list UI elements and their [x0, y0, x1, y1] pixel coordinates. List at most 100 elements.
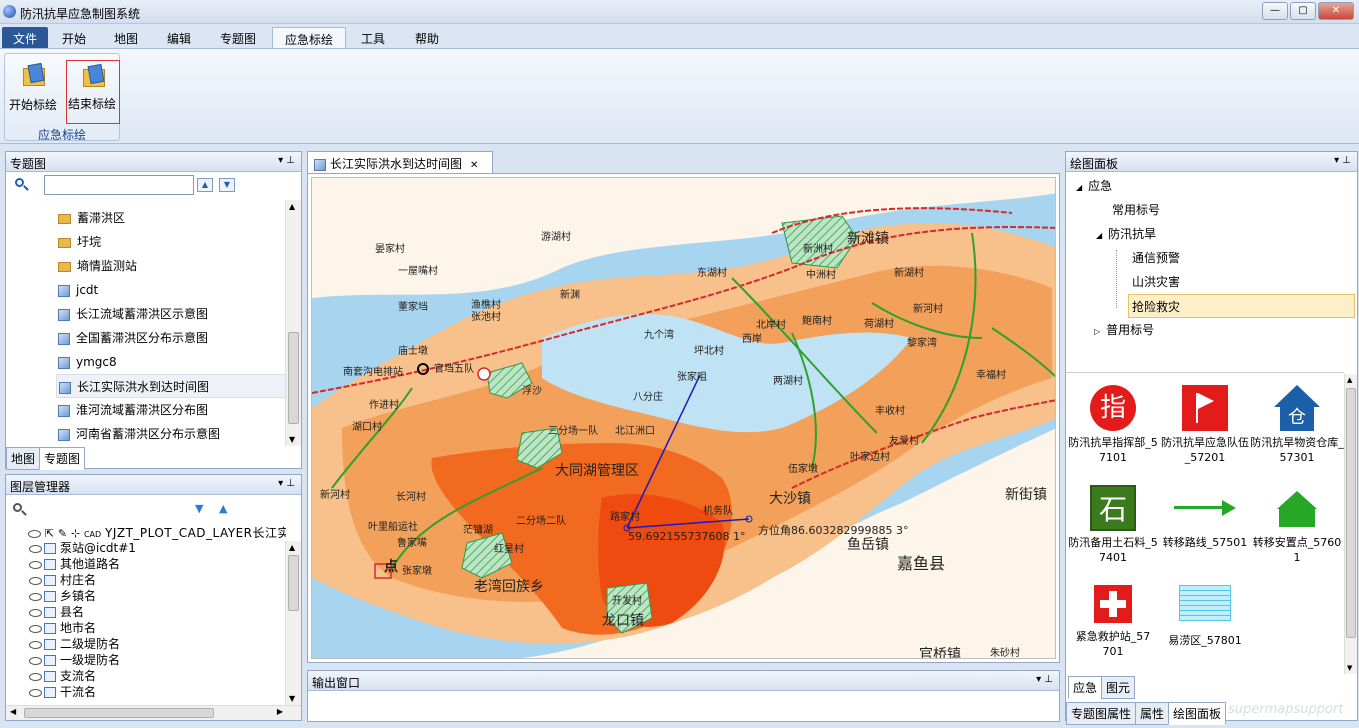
- map-label: 幸福村: [976, 370, 1006, 381]
- plot-end-icon: [81, 63, 107, 89]
- layer-item[interactable]: 地市名: [29, 620, 96, 636]
- layer-item[interactable]: 县名: [29, 604, 84, 620]
- snap-icon[interactable]: ⊹: [71, 527, 80, 540]
- visible-eye-icon[interactable]: [29, 608, 42, 617]
- tree-node-rescue[interactable]: 抢险救灾: [1128, 294, 1355, 318]
- panel-pin-icon[interactable]: ▾ ⊥: [278, 478, 295, 489]
- layer-up-icon[interactable]: ▲: [219, 502, 227, 515]
- tree-node-comm[interactable]: 通信预警: [1132, 246, 1180, 270]
- visible-eye-icon[interactable]: [29, 560, 42, 569]
- map-label: 红星村: [494, 544, 524, 555]
- layer-item[interactable]: 一级堤防名: [29, 652, 120, 668]
- tree-item[interactable]: 圩垸: [58, 230, 101, 254]
- tree-node-emergency[interactable]: ◢ 应急: [1076, 174, 1112, 198]
- gallery-scrollbar[interactable]: ▲ ▼: [1344, 374, 1357, 674]
- maximize-button[interactable]: ▢: [1290, 2, 1316, 20]
- layer-item[interactable]: 泵站@icdt#1: [29, 540, 136, 556]
- menu-thematic[interactable]: 专题图: [208, 27, 268, 48]
- output-panel-header: 输出窗口 ▾ ⊥: [308, 671, 1059, 691]
- symbol-item[interactable]: 转移安置点_57601: [1250, 485, 1344, 575]
- symbol-item[interactable]: 转移路线_57501: [1160, 485, 1250, 575]
- visible-eye-icon[interactable]: [29, 592, 42, 601]
- plot-start-icon: [21, 62, 47, 88]
- symbol-item[interactable]: 防汛抗旱应急队伍_57201: [1160, 385, 1250, 475]
- draw-panel-header: 绘图面板 ▾ ⊥: [1066, 152, 1357, 172]
- menu-tools[interactable]: 工具: [349, 27, 397, 48]
- layer-search-icon[interactable]: [12, 502, 28, 518]
- search-input[interactable]: [44, 175, 194, 195]
- menu-emergency-plot[interactable]: 应急标绘: [272, 27, 347, 48]
- thematic-scrollbar[interactable]: ▲ ▼: [285, 200, 301, 446]
- tree-node-common[interactable]: 常用标号: [1112, 198, 1160, 222]
- tree-node-label: 山洪灾害: [1132, 275, 1181, 289]
- tab-thematic[interactable]: 专题图: [39, 447, 86, 470]
- symbol-item[interactable]: 仓 防汛抗旱物资仓库_57301: [1250, 385, 1344, 475]
- tree-node-mountain[interactable]: 山洪灾害: [1132, 270, 1180, 294]
- doc-tab-close-button[interactable]: ✕: [470, 160, 478, 171]
- tab-emergency[interactable]: 应急: [1068, 676, 1103, 699]
- move-down-button[interactable]: ▼: [219, 178, 235, 192]
- doc-tab[interactable]: 长江实际洪水到达时间图 ✕: [307, 151, 493, 173]
- panel-pin-icon[interactable]: ▾ ⊥: [278, 155, 295, 166]
- visible-eye-icon[interactable]: [29, 544, 42, 553]
- menu-start[interactable]: 开始: [50, 27, 98, 48]
- symbol-label: 防汛抗旱指挥部_57101: [1068, 436, 1158, 464]
- tree-item[interactable]: jcdt: [58, 278, 98, 302]
- map-canvas[interactable]: 晏家村 游湖村 一屋嘴村 新滩镇 新洲村 中洲村 东湖村 新湖村 董家垱 渔樵村…: [311, 177, 1056, 659]
- start-plot-button[interactable]: 开始标绘: [7, 58, 63, 122]
- symbol-item[interactable]: 石 防汛备用土石料_57401: [1068, 485, 1158, 575]
- layer-item[interactable]: 乡镇名: [29, 588, 96, 604]
- tree-item[interactable]: 长江流域蓄滞洪区示意图: [58, 302, 208, 326]
- layer-item[interactable]: 其他道路名: [29, 556, 120, 572]
- end-plot-button[interactable]: 结束标绘: [66, 60, 120, 124]
- panel-pin-icon[interactable]: ▾ ⊥: [1036, 674, 1053, 685]
- tree-node-general[interactable]: ▷ 普用标号: [1094, 318, 1154, 342]
- visible-eye-icon[interactable]: [29, 656, 42, 665]
- symbol-gallery: 指 防汛抗旱指挥部_57101 防汛抗旱应急队伍_57201 仓 防汛抗旱物资仓…: [1066, 372, 1344, 674]
- symbol-item[interactable]: 指 防汛抗旱指挥部_57101: [1068, 385, 1158, 475]
- tree-item[interactable]: 淮河流域蓄滞洪区分布图: [58, 398, 208, 422]
- menu-help[interactable]: 帮助: [403, 27, 451, 48]
- symbol-item[interactable]: 紧急救护站_57701: [1068, 585, 1158, 675]
- layer-item[interactable]: 村庄名: [29, 572, 96, 588]
- menu-file[interactable]: 文件: [2, 27, 49, 48]
- tab-primitive[interactable]: 图元: [1101, 676, 1136, 699]
- layer-panel-title: 图层管理器: [10, 480, 71, 494]
- visible-eye-icon[interactable]: [28, 529, 41, 538]
- tree-node-flood[interactable]: ◢ 防汛抗旱: [1096, 222, 1156, 246]
- tree-item[interactable]: 全国蓄滞洪区分布示意图: [58, 326, 208, 350]
- minimize-button[interactable]: —: [1262, 2, 1288, 20]
- layer-item[interactable]: 支流名: [29, 668, 96, 684]
- tree-item-selected[interactable]: 长江实际洪水到达时间图: [56, 374, 286, 398]
- layer-hscroll[interactable]: ◀ ▶: [6, 705, 301, 720]
- visible-eye-icon[interactable]: [29, 672, 42, 681]
- tab-map[interactable]: 地图: [6, 447, 41, 470]
- panel-pin-icon[interactable]: ▾ ⊥: [1334, 155, 1351, 166]
- edit-pencil-icon[interactable]: ✎: [58, 527, 67, 540]
- visible-eye-icon[interactable]: [29, 576, 42, 585]
- tree-item[interactable]: ymgc8: [58, 350, 117, 374]
- visible-eye-icon[interactable]: [29, 624, 42, 633]
- move-up-button[interactable]: ▲: [197, 178, 213, 192]
- tab-props[interactable]: 属性: [1135, 702, 1170, 725]
- layer-item[interactable]: 二级堤防名: [29, 636, 120, 652]
- layer-vscroll[interactable]: ▲ ▼: [285, 541, 301, 705]
- map-label: 黎家湾: [907, 338, 937, 349]
- tab-thematic-props[interactable]: 专题图属性: [1066, 702, 1137, 725]
- tree-item[interactable]: 蓄滞洪区: [58, 206, 125, 230]
- tree-item[interactable]: 河南省蓄滞洪区分布示意图: [58, 422, 220, 446]
- menu-map[interactable]: 地图: [102, 27, 150, 48]
- tree-item-label: 长江流域蓄滞洪区示意图: [76, 307, 209, 321]
- close-button[interactable]: ✕: [1318, 2, 1354, 20]
- layer-down-icon[interactable]: ▼: [195, 502, 203, 515]
- visible-eye-icon[interactable]: [29, 640, 42, 649]
- select-cursor-icon[interactable]: ⇱: [45, 527, 54, 540]
- visible-eye-icon[interactable]: [29, 688, 42, 697]
- symbol-item[interactable]: 易涝区_57801: [1160, 585, 1250, 675]
- search-icon[interactable]: [14, 177, 30, 193]
- menu-edit[interactable]: 编辑: [155, 27, 203, 48]
- tree-item[interactable]: 墒情监测站: [58, 254, 137, 278]
- layer-item-top[interactable]: ⇱ ✎ ⊹ CAD YJZT_PLOT_CAD_LAYER长江实: [28, 525, 286, 541]
- tab-draw-panel[interactable]: 绘图面板: [1168, 702, 1227, 725]
- layer-item[interactable]: 干流名: [29, 684, 96, 700]
